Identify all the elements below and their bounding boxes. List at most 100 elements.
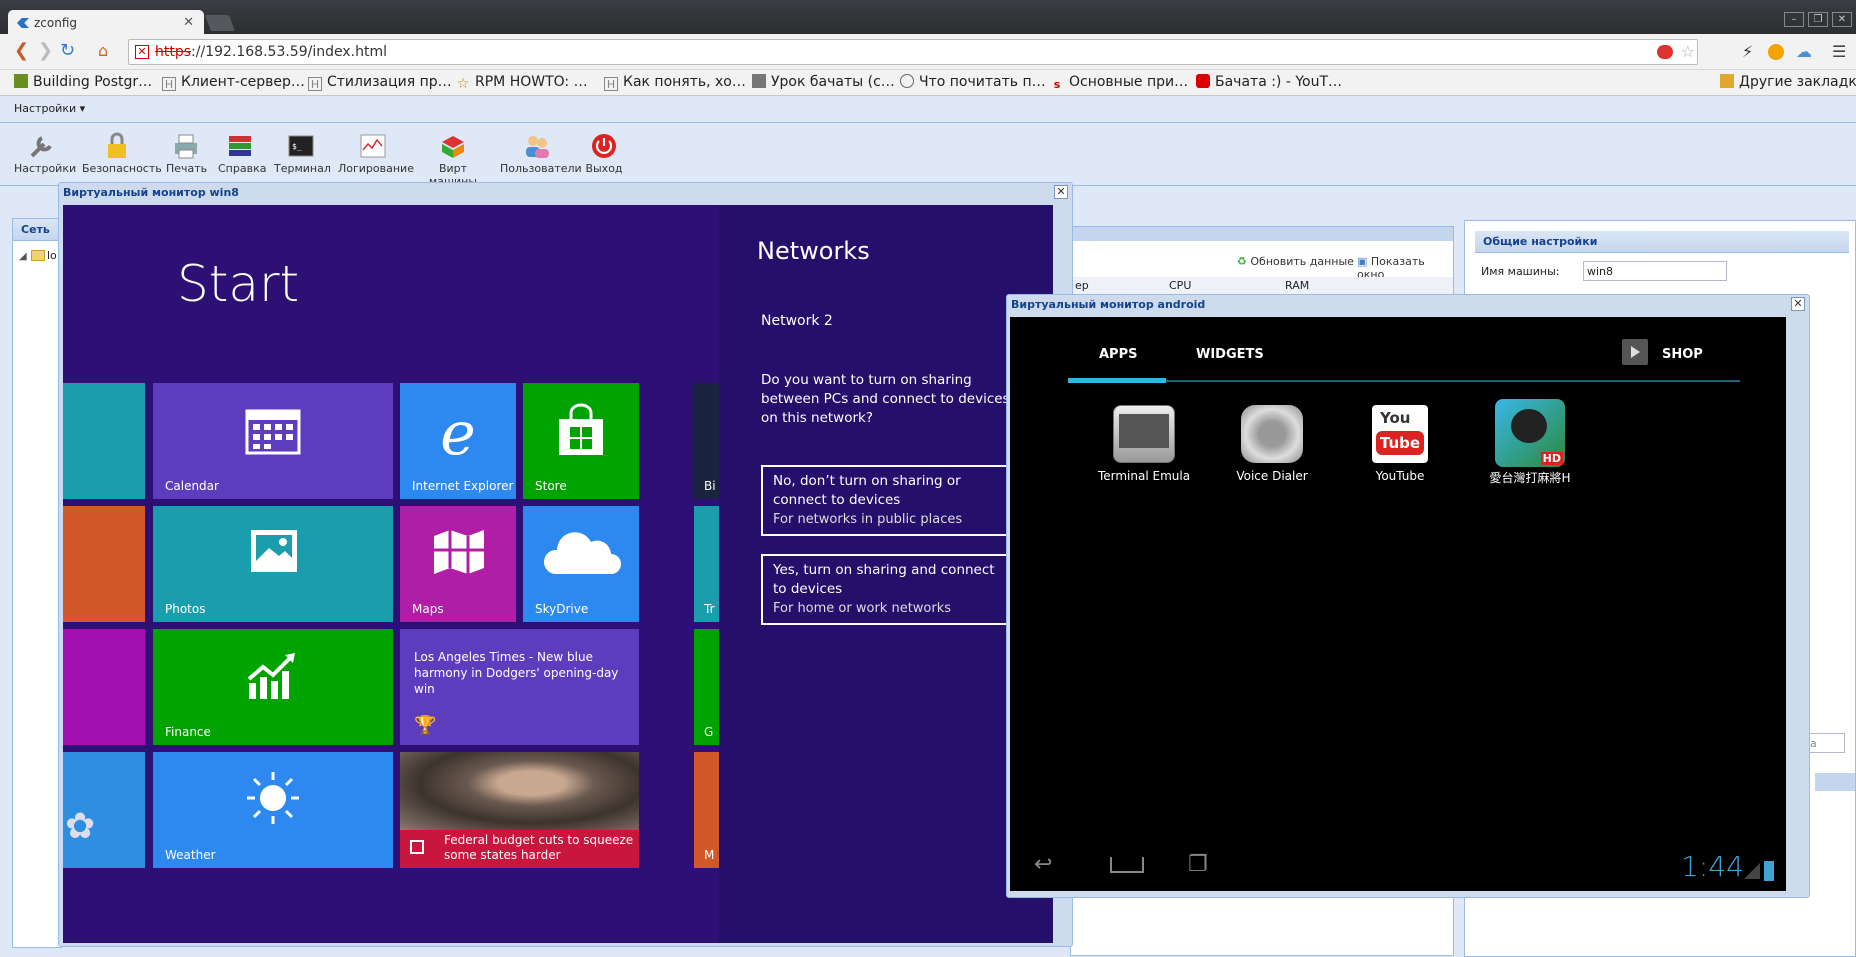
tile-skydrive[interactable]: SkyDrive <box>523 506 639 622</box>
home-icon[interactable]: ⌂ <box>98 42 108 60</box>
recents-softkey-icon[interactable]: ❐ <box>1188 852 1208 877</box>
partial-tile[interactable] <box>63 506 145 622</box>
col-header-cpu[interactable]: CPU <box>1169 279 1191 292</box>
tool-settings[interactable]: Настройки <box>14 132 76 175</box>
forward-icon[interactable]: ❯ <box>38 42 53 60</box>
app-menubar: Настройки ▾ <box>0 97 1856 123</box>
tile-finance[interactable]: Finance <box>153 629 393 745</box>
tile-news-photo[interactable]: Federal budget cuts to squeeze some stat… <box>400 752 639 868</box>
partial-tile[interactable] <box>63 629 145 745</box>
tool-help[interactable]: Справка <box>218 132 266 175</box>
adblock-icon[interactable] <box>1657 45 1673 59</box>
app-terminal-emulator[interactable]: Terminal Emula <box>1096 405 1192 483</box>
browser-toolbar: ❮ ❯ ↻ ⌂ ✕ https://192.168.53.59/index.ht… <box>0 34 1856 70</box>
sharing-yes-option[interactable]: Yes, turn on sharing and connect to devi… <box>761 554 1021 625</box>
android-window-close-icon[interactable]: ✕ <box>1791 297 1805 311</box>
tile-weather[interactable]: Weather <box>153 752 393 868</box>
home-softkey-icon[interactable] <box>1110 857 1144 873</box>
tool-exit[interactable]: Выход <box>584 132 624 175</box>
lightning-extension-icon[interactable]: ⚡ <box>1742 43 1753 61</box>
bookmark-item[interactable]: Бачата :) - YouT… <box>1196 74 1342 90</box>
new-tab-button[interactable] <box>205 15 235 31</box>
machine-name-input[interactable]: win8 <box>1583 261 1727 281</box>
shop-button[interactable]: SHOP <box>1662 347 1703 362</box>
tab-widgets[interactable]: WIDGETS <box>1196 347 1264 362</box>
col-header[interactable]: ер <box>1075 279 1089 292</box>
address-bar[interactable]: ✕ https://192.168.53.59/index.html ☆ <box>128 39 1698 65</box>
option-label: Yes, turn on sharing and connect to devi… <box>773 562 995 597</box>
tile-photos[interactable]: Photos <box>153 506 393 622</box>
win8-screen[interactable]: Start ✿ Calendar Photos Finance Weather … <box>63 205 1053 943</box>
reload-icon[interactable]: ↻ <box>60 42 75 60</box>
machine-name-label: Имя машины: <box>1481 265 1560 278</box>
win8-window-title: Виртуальный монитор win8 <box>63 186 239 199</box>
tile-news[interactable]: Los Angeles Times - New blue harmony in … <box>400 629 639 745</box>
cloud-extension-icon[interactable]: ☁ <box>1796 43 1812 61</box>
tab-apps[interactable]: APPS <box>1099 347 1137 362</box>
col-header-ram[interactable]: RAM <box>1285 279 1309 292</box>
orange-extension-icon[interactable] <box>1768 44 1784 60</box>
cloud-icon <box>543 532 621 574</box>
partial-input[interactable]: a <box>1805 733 1845 753</box>
tab-title: zconfig <box>34 16 78 30</box>
tile-internet-explorer[interactable]: e Internet Explorer <box>400 383 516 499</box>
close-window-icon[interactable]: ✕ <box>1832 12 1852 27</box>
menu-hamburger-icon[interactable]: ☰ <box>1832 43 1846 61</box>
bookmark-item[interactable]: s Основные при… <box>1050 74 1188 92</box>
bookmark-item[interactable]: H Клиент-сервер… <box>162 74 305 91</box>
partial-tile[interactable]: Tr <box>694 506 719 622</box>
tool-users[interactable]: Пользователи <box>500 132 582 175</box>
partial-tile[interactable]: ✿ <box>63 752 145 868</box>
tool-security[interactable]: Безопасность <box>82 132 162 175</box>
bookmark-item[interactable]: H Как понять, хо… <box>604 74 746 91</box>
android-screen[interactable]: APPS WIDGETS SHOP Terminal Emula Voice D… <box>1010 317 1786 891</box>
tree-expander-icon[interactable]: ◢ <box>19 251 27 262</box>
networks-charm-pane: Networks Network 2 ⍑ Do you want to turn… <box>719 205 1053 943</box>
app-mahjong[interactable]: HD 愛台灣打麻將H <box>1480 399 1580 486</box>
insecure-certificate-icon[interactable]: ✕ <box>135 45 149 59</box>
partial-tile[interactable]: M <box>694 752 719 868</box>
wrench-icon <box>30 136 52 158</box>
partial-tile[interactable]: Bi <box>694 383 719 499</box>
sharing-no-option[interactable]: No, don’t turn on sharing or connect to … <box>761 465 1021 536</box>
tile-label: Weather <box>165 848 216 862</box>
zconfig-favicon-icon <box>17 18 29 28</box>
sharing-question: Do you want to turn on sharing between P… <box>761 372 1010 426</box>
bookmark-item[interactable]: Что почитать п… <box>900 74 1046 90</box>
store-bag-icon <box>559 403 603 455</box>
back-softkey-icon[interactable]: ↩ <box>1034 852 1052 877</box>
tab-apps-indicator <box>1068 378 1166 383</box>
power-icon <box>592 134 616 158</box>
partial-tile[interactable] <box>63 383 145 499</box>
tile-calendar[interactable]: Calendar <box>153 383 393 499</box>
tool-terminal[interactable]: $_ Терминал <box>274 132 331 175</box>
minimize-icon[interactable]: – <box>1784 12 1804 27</box>
back-icon[interactable]: ❮ <box>14 42 29 60</box>
refresh-data-button[interactable]: ♻ Обновить данные <box>1237 255 1354 268</box>
bookmark-item[interactable]: ☆ RPM HOWTO: … <box>456 74 588 91</box>
bookmark-item[interactable]: Урок бачаты (с… <box>752 74 895 90</box>
settings-menu[interactable]: Настройки ▾ <box>14 102 85 115</box>
tile-maps[interactable]: Maps <box>400 506 516 622</box>
partial-tile[interactable]: G <box>694 629 719 745</box>
bookmark-icon <box>14 74 28 88</box>
app-youtube[interactable]: You Tube YouTube <box>1352 405 1448 483</box>
bookmarks-bar: Building Postgr… H Клиент-сервер… H Стилиз… <box>0 70 1856 96</box>
tab-close-icon[interactable]: ✕ <box>183 15 194 30</box>
restore-icon[interactable]: ❐ <box>1808 12 1828 27</box>
youtube-app-icon: You Tube <box>1372 405 1428 463</box>
tool-vms[interactable]: Вирт машины <box>418 132 488 188</box>
bookmark-item[interactable]: H Стилизация пр… <box>308 74 452 91</box>
tile-store[interactable]: Store <box>523 383 639 499</box>
win8-window-close-icon[interactable]: ✕ <box>1054 185 1068 199</box>
bookmark-star-icon[interactable]: ☆ <box>1681 42 1695 61</box>
tile-label: Calendar <box>165 479 219 493</box>
tool-logging[interactable]: Логирование <box>338 132 414 175</box>
bookmark-item[interactable]: Building Postgr… <box>14 74 152 90</box>
browser-tab[interactable]: zconfig ✕ <box>8 10 204 35</box>
tool-print[interactable]: Печать <box>166 132 207 175</box>
federal-headline: Federal budget cuts to squeeze some stat… <box>444 833 634 862</box>
other-bookmarks[interactable]: Другие закладки <box>1720 74 1856 90</box>
network-panel-title: Сеть <box>13 219 61 241</box>
app-voice-dialer[interactable]: Voice Dialer <box>1224 405 1320 483</box>
